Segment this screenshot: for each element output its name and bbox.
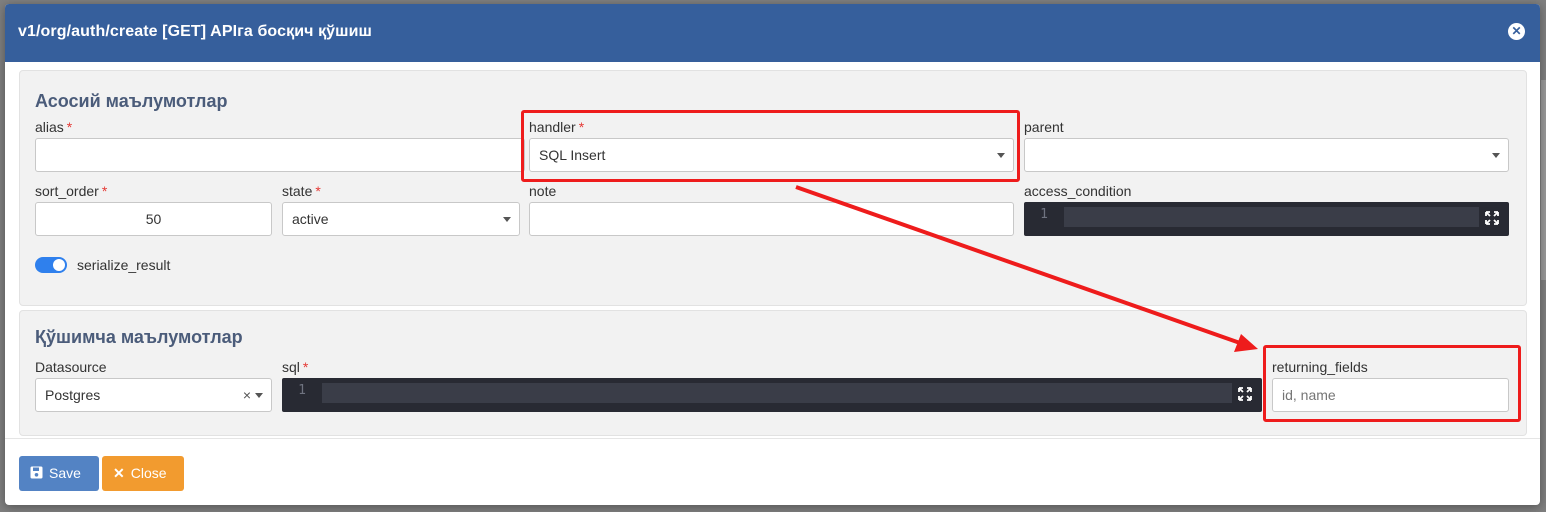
annotation-arrow bbox=[795, 185, 1258, 352]
